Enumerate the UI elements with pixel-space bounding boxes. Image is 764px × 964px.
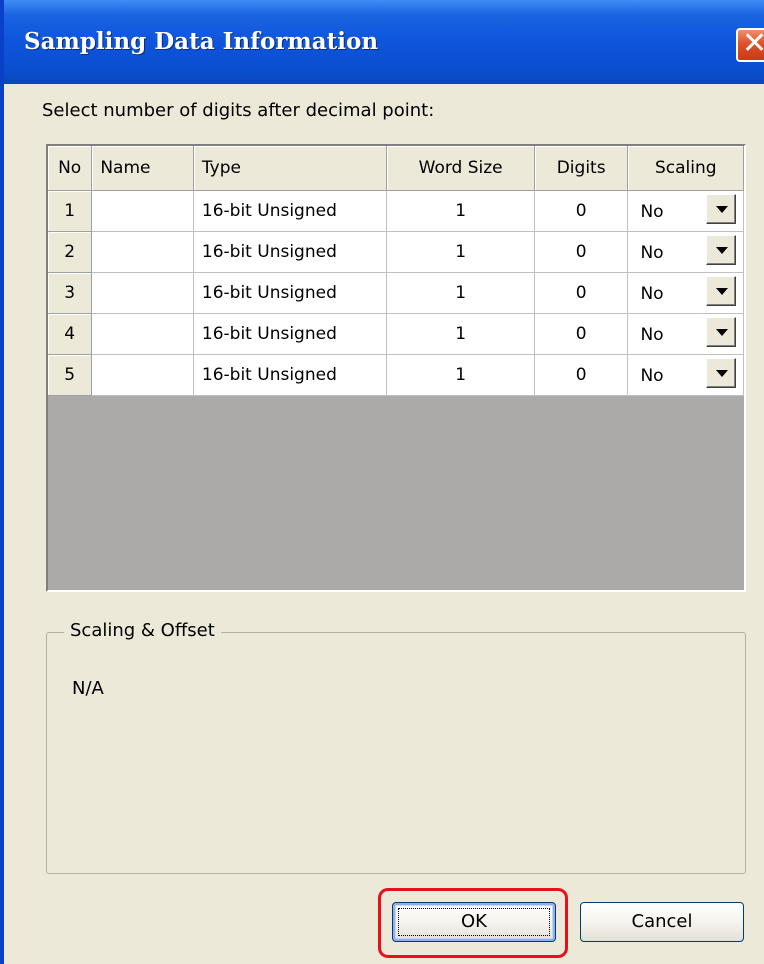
row-number[interactable]: 5 (48, 354, 93, 396)
scaling-dropdown-button[interactable] (706, 316, 737, 347)
close-icon: ✕ (742, 27, 764, 61)
type-cell[interactable]: 16-bit Unsigned (193, 272, 388, 314)
name-cell[interactable] (91, 231, 194, 273)
column-header-name[interactable]: Name (91, 146, 194, 191)
column-header-type[interactable]: Type (193, 146, 388, 191)
name-cell[interactable] (91, 272, 194, 314)
title-bar[interactable]: Sampling Data Information ✕ (4, 0, 764, 84)
digits-cell[interactable]: 0 (534, 190, 629, 232)
sampling-grid: No Name Type Word Size Digits Scaling 1 … (46, 144, 746, 592)
scaling-cell[interactable]: No (627, 313, 744, 355)
column-header-digits[interactable]: Digits (534, 146, 629, 191)
word-size-cell[interactable]: 1 (386, 190, 535, 232)
scaling-dropdown-button[interactable] (706, 234, 737, 265)
table-row: 5 16-bit Unsigned 1 0 No (48, 354, 744, 396)
scaling-dropdown-button[interactable] (706, 193, 737, 224)
scaling-offset-group (46, 632, 746, 874)
scaling-cell[interactable]: No (627, 190, 744, 232)
ok-highlight-annotation (378, 888, 568, 958)
column-header-scaling[interactable]: Scaling (627, 146, 744, 191)
dialog-window: Sampling Data Information ✕ Select numbe… (0, 0, 764, 964)
digits-cell[interactable]: 0 (534, 313, 629, 355)
name-cell[interactable] (91, 190, 194, 232)
word-size-cell[interactable]: 1 (386, 354, 535, 396)
row-number[interactable]: 3 (48, 272, 93, 314)
table-row: 2 16-bit Unsigned 1 0 No (48, 231, 744, 273)
word-size-cell[interactable]: 1 (386, 272, 535, 314)
digits-cell[interactable]: 0 (534, 231, 629, 273)
scaling-value: No (640, 201, 664, 222)
name-cell[interactable] (91, 313, 194, 355)
scaling-cell[interactable]: No (627, 272, 744, 314)
row-number[interactable]: 1 (48, 190, 93, 232)
table-row: 4 16-bit Unsigned 1 0 No (48, 313, 744, 355)
row-number[interactable]: 2 (48, 231, 93, 273)
table-header-row: No Name Type Word Size Digits Scaling (48, 146, 744, 191)
digits-cell[interactable]: 0 (534, 272, 629, 314)
scaling-value: No (640, 242, 664, 263)
scaling-offset-legend: Scaling & Offset (64, 620, 221, 641)
word-size-cell[interactable]: 1 (386, 231, 535, 273)
sampling-table: No Name Type Word Size Digits Scaling 1 … (48, 146, 744, 396)
scaling-cell[interactable]: No (627, 354, 744, 396)
table-row: 3 16-bit Unsigned 1 0 No (48, 272, 744, 314)
scaling-dropdown-button[interactable] (706, 357, 737, 388)
column-header-no[interactable]: No (48, 146, 93, 191)
digits-cell[interactable]: 0 (534, 354, 629, 396)
row-number[interactable]: 4 (48, 313, 93, 355)
word-size-cell[interactable]: 1 (386, 313, 535, 355)
type-cell[interactable]: 16-bit Unsigned (193, 190, 388, 232)
name-cell[interactable] (91, 354, 194, 396)
cancel-button-label: Cancel (631, 911, 693, 932)
window-title: Sampling Data Information (24, 28, 379, 55)
type-cell[interactable]: 16-bit Unsigned (193, 354, 388, 396)
scaling-value: No (640, 365, 664, 386)
digits-prompt: Select number of digits after decimal po… (42, 100, 435, 121)
scaling-value: No (640, 283, 664, 304)
scaling-value: No (640, 324, 664, 345)
table-row: 1 16-bit Unsigned 1 0 No (48, 190, 744, 232)
scaling-offset-value: N/A (72, 678, 104, 699)
column-header-word-size[interactable]: Word Size (386, 146, 535, 191)
close-button[interactable]: ✕ (736, 27, 764, 62)
type-cell[interactable]: 16-bit Unsigned (193, 313, 388, 355)
scaling-dropdown-button[interactable] (706, 275, 737, 306)
cancel-button[interactable]: Cancel (580, 902, 744, 942)
scaling-cell[interactable]: No (627, 231, 744, 273)
type-cell[interactable]: 16-bit Unsigned (193, 231, 388, 273)
